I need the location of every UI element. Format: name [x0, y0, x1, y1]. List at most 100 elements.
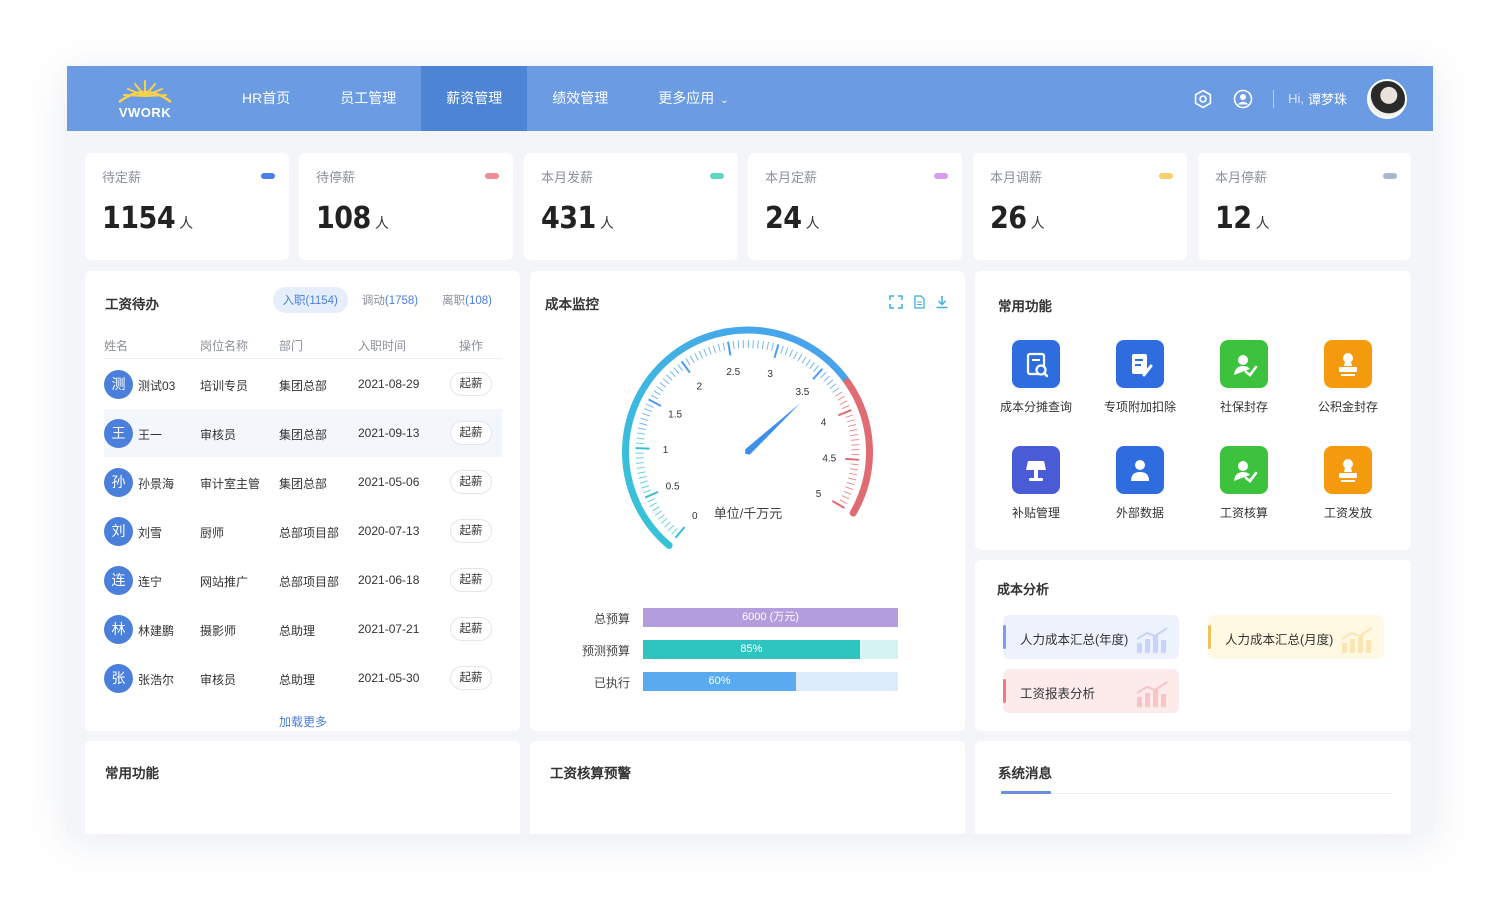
- common-functions-card: 常用功能 成本分摊查询 专项附加扣除 社保封存 公积金封存补贴管理 外部数据 工资核算 工资…: [975, 271, 1411, 550]
- card-toolbar: [880, 295, 949, 309]
- stat-value: 108 人: [316, 201, 389, 236]
- user-avatar[interactable]: [1367, 78, 1407, 119]
- budget-bar-label: 总预算: [593, 612, 630, 626]
- gauge-minor-tick: [813, 365, 819, 372]
- function-item[interactable]: 专项附加扣除: [1090, 340, 1190, 415]
- table-row[interactable]: 王王一 审核员 集团总部 2021-09-13 起薪: [104, 409, 502, 457]
- gauge-minor-tick: [823, 375, 831, 382]
- tab-onboarding[interactable]: 入职(1154): [272, 287, 348, 313]
- stat-card-monthly-set[interactable]: 本月定薪 24 人: [748, 153, 962, 260]
- start-salary-button[interactable]: 起薪: [450, 421, 492, 445]
- stat-card-monthly-stop[interactable]: 本月停薪 12 人: [1198, 153, 1411, 260]
- start-salary-button[interactable]: 起薪: [450, 519, 492, 543]
- trend-chart-icon: [1341, 627, 1373, 653]
- cell-date: 2021-09-13: [358, 426, 420, 440]
- gauge-major-tick: [845, 457, 860, 461]
- settings-icon[interactable]: [1193, 89, 1213, 109]
- cell-position: 摄影师: [200, 624, 237, 638]
- function-item[interactable]: 外部数据: [1090, 446, 1190, 521]
- gauge-minor-tick: [641, 485, 650, 489]
- cell-date: 2021-05-06: [358, 475, 420, 489]
- nav-salary-management[interactable]: 薪资管理: [421, 66, 528, 131]
- analysis-item[interactable]: 工资报表分析: [1003, 669, 1179, 713]
- gauge-tick-label: 1: [663, 445, 669, 456]
- stat-card-monthly-adjust[interactable]: 本月调薪 26 人: [973, 153, 1187, 260]
- analysis-item[interactable]: 人力成本汇总(年度): [1003, 615, 1179, 659]
- fullscreen-icon[interactable]: [889, 295, 903, 309]
- start-salary-button[interactable]: 起薪: [450, 568, 492, 592]
- stamp-icon: [1324, 340, 1372, 388]
- document-icon[interactable]: [912, 295, 926, 309]
- table-header: 姓名 岗位名称 部门 入职时间 操作: [104, 337, 502, 359]
- function-item[interactable]: 成本分摊查询: [986, 340, 1086, 415]
- function-item[interactable]: 工资核算: [1194, 446, 1294, 521]
- stat-card-pending-salary[interactable]: 待定薪 1154 人: [85, 153, 289, 260]
- gauge-minor-tick: [652, 506, 660, 512]
- stat-card-pending-stop[interactable]: 待停薪 108 人: [299, 153, 513, 260]
- card-title: 工资核算预警: [550, 766, 631, 781]
- gauge-tick-labels: 0 0.5 1 1.5 2 2.5 3 3.5 4 4.5 5: [663, 367, 837, 522]
- table-row[interactable]: 林林建鹏 摄影师 总助理 2021-07-21 起薪: [104, 605, 502, 653]
- table-row[interactable]: 连连宁 网站推广 总部项目部 2021-06-18 起薪: [104, 556, 502, 604]
- gauge-minor-tick: [841, 495, 850, 500]
- top-navbar: VWORK HR首页 员工管理 薪资管理 绩效管理 更多应用 ⌄ Hi, 谭梦珠: [67, 66, 1433, 131]
- function-item[interactable]: 工资发放: [1298, 446, 1398, 521]
- gauge-minor-tick: [766, 341, 769, 350]
- start-salary-button[interactable]: 起薪: [450, 617, 492, 641]
- table-row[interactable]: 孙孙景海 审计室主管 集团总部 2021-05-06 起薪: [104, 458, 502, 506]
- user-icon[interactable]: [1233, 89, 1253, 109]
- function-item[interactable]: 公积金封存: [1298, 340, 1398, 415]
- analysis-item[interactable]: 人力成本汇总(月度): [1208, 615, 1384, 659]
- cell-position: 审计室主管: [200, 477, 261, 491]
- function-label: 专项附加扣除: [1103, 400, 1176, 414]
- stat-label: 本月调薪: [990, 170, 1043, 185]
- nav-performance-management[interactable]: 绩效管理: [527, 66, 633, 131]
- gauge-minor-tick: [653, 390, 661, 396]
- gauge-minor-tick: [845, 414, 854, 418]
- employee-avatar: 林: [104, 615, 133, 644]
- function-item[interactable]: 社保封存: [1194, 340, 1294, 415]
- gauge-minor-tick: [667, 524, 675, 532]
- gauge-minor-tick: [846, 419, 855, 423]
- nav-employee-management[interactable]: 员工管理: [315, 66, 421, 131]
- gauge-minor-tick: [797, 353, 803, 362]
- gauge-minor-tick: [639, 422, 648, 426]
- gauge-minor-tick: [850, 439, 859, 441]
- function-item[interactable]: 补贴管理: [986, 446, 1086, 521]
- employee-avatar: 测: [104, 370, 133, 399]
- header-divider: [1273, 89, 1275, 108]
- table-row[interactable]: 刘刘雪 厨师 总部项目部 2020-07-13 起薪: [104, 507, 502, 555]
- stat-card-monthly-paid[interactable]: 本月发薪 431 人: [524, 153, 738, 260]
- employee-name: 测试03: [138, 379, 176, 393]
- function-label: 工资核算: [1219, 506, 1268, 520]
- column-header: 姓名: [104, 339, 129, 353]
- tab-transfer[interactable]: 调动(1758): [352, 287, 428, 313]
- gauge-minor-tick: [846, 481, 855, 486]
- table-row[interactable]: 测测试03 培训专员 集团总部 2021-08-29 起薪: [104, 360, 502, 408]
- tab-resignation[interactable]: 离职(108): [432, 287, 502, 313]
- cell-position: 审核员: [200, 428, 237, 442]
- card-title: 常用功能: [105, 766, 159, 781]
- user-name[interactable]: 谭梦珠: [1308, 89, 1347, 108]
- system-messages-card: 系统消息: [975, 741, 1411, 834]
- start-salary-button[interactable]: 起薪: [450, 470, 492, 494]
- nav-hr-home[interactable]: HR首页: [217, 66, 315, 131]
- load-more-link[interactable]: 加载更多: [85, 713, 521, 730]
- cell-dept: 总部项目部: [279, 575, 340, 589]
- column-header: 部门: [279, 339, 304, 353]
- gauge-major-tick: [727, 341, 732, 356]
- gauge-minor-tick: [757, 340, 759, 349]
- start-salary-button[interactable]: 起薪: [450, 666, 492, 690]
- vwork-logo[interactable]: VWORK: [115, 78, 175, 120]
- start-salary-button[interactable]: 起薪: [450, 372, 492, 396]
- cell-dept: 集团总部: [279, 428, 328, 442]
- stat-value: 12 人: [1215, 201, 1270, 236]
- gauge-minor-tick: [832, 387, 840, 393]
- card-title: 常用功能: [998, 299, 1052, 314]
- table-row[interactable]: 张张浩尔 审核员 总助理 2021-05-30 起薪: [104, 654, 502, 702]
- budget-bar-track: 60%: [643, 672, 898, 691]
- gauge-minor-tick: [694, 353, 699, 361]
- download-icon[interactable]: [935, 295, 949, 309]
- gauge-major-tick: [837, 409, 852, 417]
- nav-more-apps[interactable]: 更多应用 ⌄: [633, 66, 753, 131]
